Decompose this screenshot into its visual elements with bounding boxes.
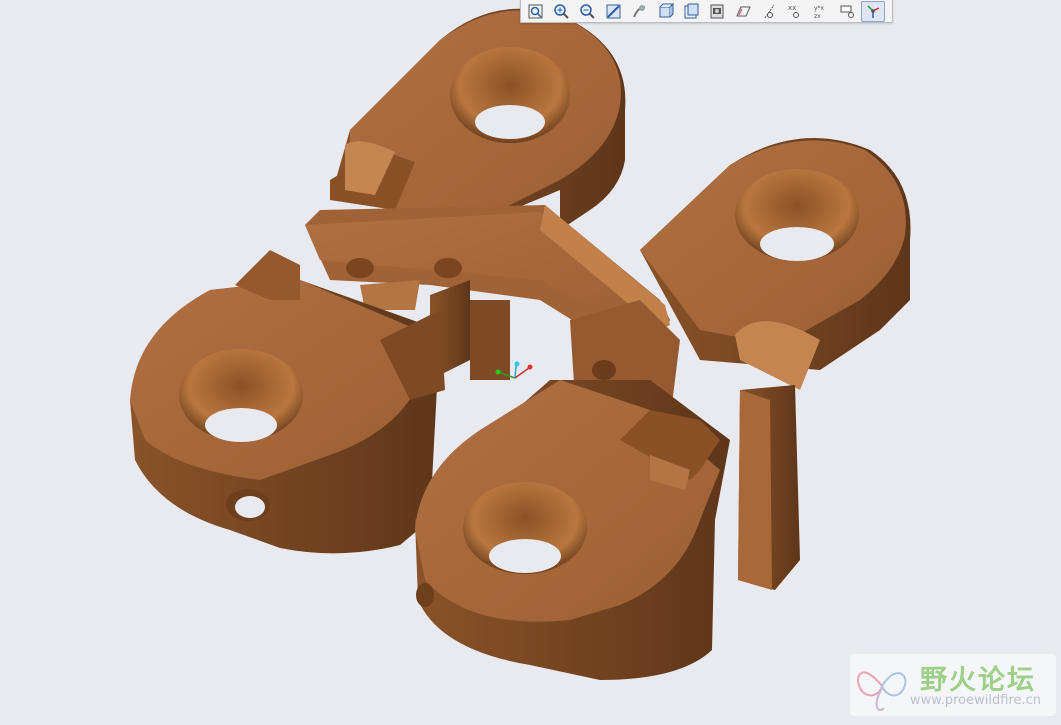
butterfly-logo-icon — [857, 671, 907, 711]
view-toolbar: xx y*x zx — [520, 0, 893, 23]
annotation-display-icon — [840, 5, 854, 18]
axis-display-icon — [764, 4, 774, 18]
plane-display-icon — [735, 6, 751, 16]
axis-display-button[interactable] — [757, 1, 781, 22]
svg-text:zx: zx — [814, 13, 821, 20]
svg-text:y*x: y*x — [814, 5, 825, 12]
saved-views-button[interactable] — [653, 1, 677, 22]
zoom-in-icon — [553, 3, 569, 19]
watermark-url: www.proewildfire.cn — [910, 693, 1041, 708]
spin-center-button[interactable] — [861, 0, 885, 22]
watermark: 野火论坛 www.proewildfire.cn — [850, 654, 1056, 716]
csys-display-button[interactable]: y*x zx — [809, 1, 833, 22]
view-manager-icon — [710, 4, 723, 18]
svg-text:xx: xx — [788, 4, 796, 12]
view-manager-button[interactable] — [705, 1, 729, 22]
zoom-in-button[interactable] — [549, 1, 573, 22]
refit-icon — [528, 4, 542, 18]
hinge-model — [130, 8, 911, 680]
spin-center-icon — [866, 4, 879, 18]
saved-views-icon — [659, 2, 674, 17]
point-display-button[interactable]: xx — [783, 1, 807, 22]
refit-button[interactable] — [523, 1, 547, 22]
watermark-title: 野火论坛 — [920, 665, 1036, 696]
plane-display-button[interactable] — [731, 1, 755, 22]
annotation-display-button[interactable] — [835, 1, 859, 22]
display-style-icon — [684, 3, 698, 18]
upper-left-lug — [330, 8, 626, 230]
repaint-icon — [606, 4, 620, 18]
model-viewport[interactable] — [0, 0, 1061, 721]
zoom-out-icon — [579, 3, 595, 19]
zoom-out-button[interactable] — [575, 1, 599, 22]
reorient-button[interactable] — [627, 1, 651, 22]
display-style-button[interactable] — [679, 1, 703, 22]
repaint-button[interactable] — [601, 1, 625, 22]
point-display-icon: xx — [788, 4, 799, 18]
lower-center-lug — [415, 380, 730, 680]
csys-display-icon: y*xzx — [814, 5, 825, 20]
reorient-icon — [632, 4, 645, 17]
